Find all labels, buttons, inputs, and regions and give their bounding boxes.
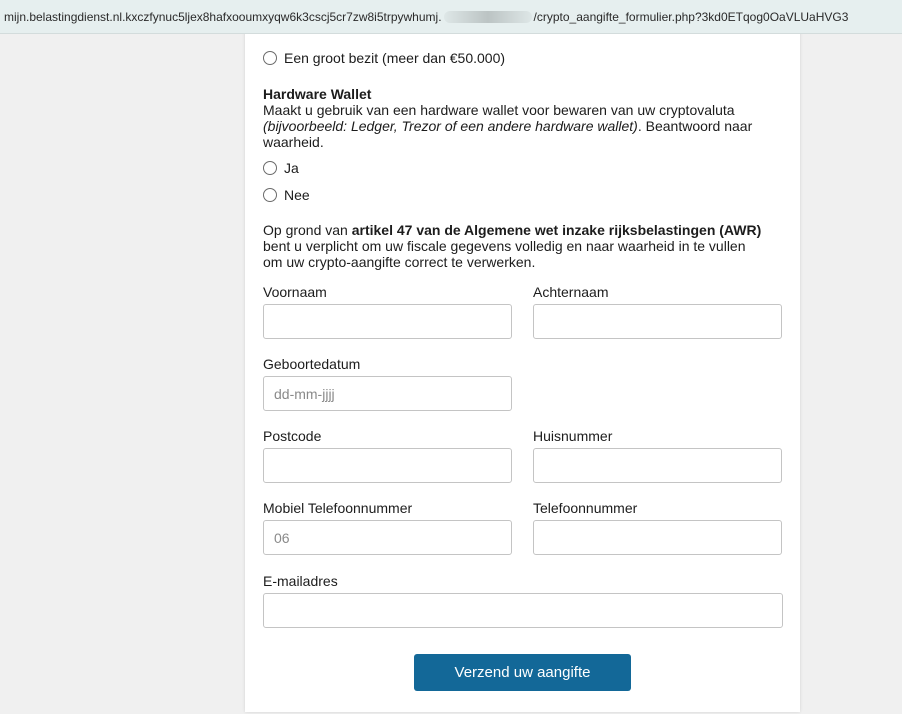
huisnummer-input[interactable]	[533, 448, 782, 483]
radio-button[interactable]	[263, 188, 277, 202]
url-text-end: /crypto_aangifte_formulier.php?3kd0ETqog…	[533, 9, 849, 24]
radio-button[interactable]	[263, 161, 277, 175]
wallet-option-yes[interactable]: Ja	[263, 160, 299, 176]
section-title: Hardware Wallet	[263, 86, 372, 102]
telefoon-input[interactable]	[533, 520, 782, 555]
voornaam-label: Voornaam	[263, 284, 327, 300]
geboortedatum-input[interactable]: dd-mm-jjjj	[263, 376, 512, 411]
telefoon-label: Telefoonnummer	[533, 500, 638, 516]
voornaam-input[interactable]	[263, 304, 512, 339]
address-bar[interactable]: mijn.belastingdienst.nl.kxczfynuc5ljex8h…	[0, 0, 902, 34]
achternaam-input[interactable]	[533, 304, 782, 339]
geboortedatum-label: Geboortedatum	[263, 356, 361, 372]
input-value: 06	[274, 529, 290, 546]
hardware-wallet-section: Hardware Wallet Maakt u gebruik van een …	[263, 86, 768, 150]
postcode-input[interactable]	[263, 448, 512, 483]
achternaam-label: Achternaam	[533, 284, 609, 300]
redacted-url-segment	[443, 10, 532, 23]
section-description: Maakt u gebruik van een hardware wallet …	[263, 102, 753, 150]
form-card: Een groot bezit (meer dan €50.000) Hardw…	[245, 22, 800, 712]
postcode-label: Postcode	[263, 428, 322, 444]
input-placeholder: dd-mm-jjjj	[274, 385, 335, 402]
legal-notice: Op grond van artikel 47 van de Algemene …	[263, 222, 762, 270]
huisnummer-label: Huisnummer	[533, 428, 613, 444]
submit-button[interactable]: Verzend uw aangifte	[414, 654, 631, 691]
email-label: E-mailadres	[263, 573, 338, 589]
url-text-start: mijn.belastingdienst.nl.kxczfynuc5ljex8h…	[4, 9, 442, 24]
legal-reference: artikel 47 van de Algemene wet inzake ri…	[351, 222, 762, 238]
mobiel-label: Mobiel Telefoonnummer	[263, 500, 413, 516]
mobiel-input[interactable]: 06	[263, 520, 512, 555]
radio-label: Een groot bezit (meer dan €50.000)	[284, 50, 506, 66]
email-input[interactable]	[263, 593, 783, 628]
radio-label: Ja	[284, 160, 299, 176]
wallet-option-no[interactable]: Nee	[263, 187, 310, 203]
radio-button[interactable]	[263, 51, 277, 65]
bezit-option-large[interactable]: Een groot bezit (meer dan €50.000)	[263, 50, 505, 66]
radio-label: Nee	[284, 187, 310, 203]
